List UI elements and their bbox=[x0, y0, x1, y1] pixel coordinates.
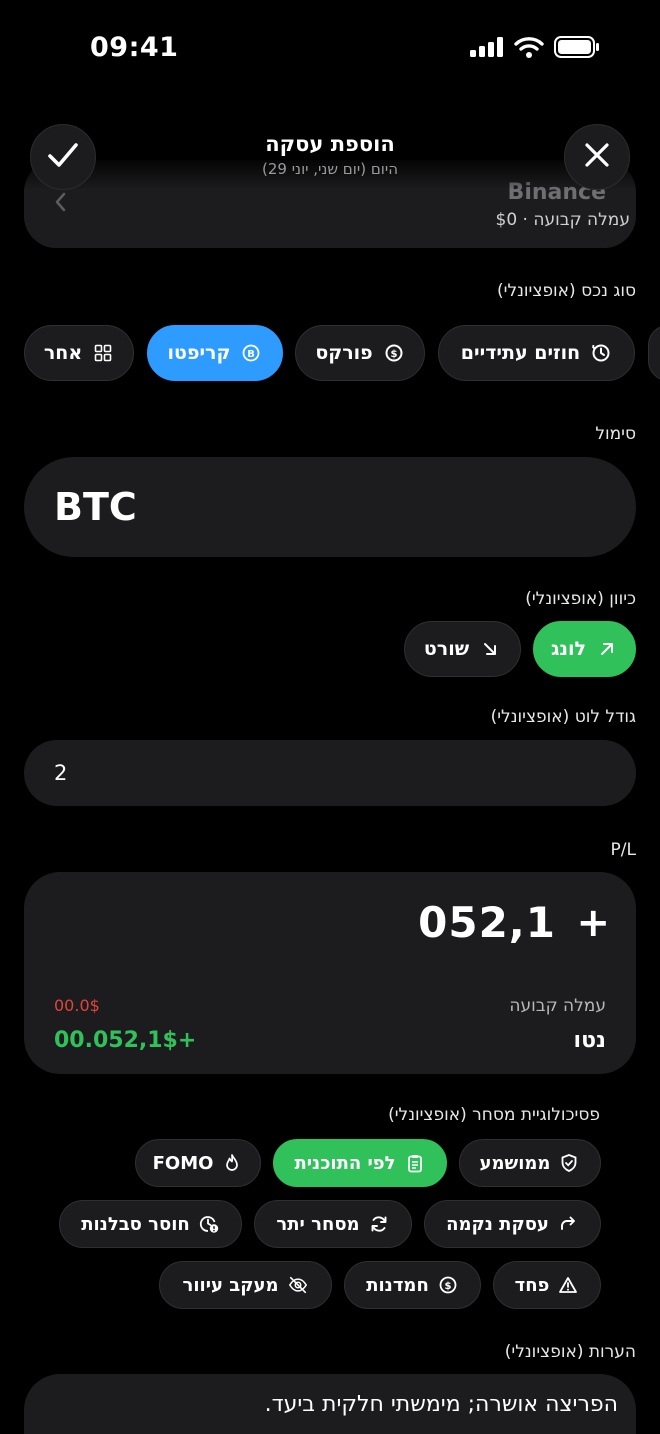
arrow-up-right-icon bbox=[596, 638, 618, 660]
close-button[interactable] bbox=[564, 124, 630, 190]
symbol-label: סימול bbox=[595, 424, 636, 444]
lot-size-value: 2 bbox=[54, 761, 68, 785]
bitcoin-icon: B bbox=[240, 342, 262, 364]
page-title: הוספת עסקה bbox=[265, 132, 395, 156]
battery-icon bbox=[554, 36, 600, 62]
clock-icon bbox=[590, 342, 612, 364]
psych-tag-fomo[interactable]: FOMO bbox=[135, 1139, 261, 1187]
pl-sign: + bbox=[576, 900, 610, 946]
status-time: 09:41 bbox=[90, 32, 179, 63]
direction-long-button[interactable]: לונג bbox=[533, 621, 636, 677]
asset-type-label-crypto: קריפטו bbox=[167, 342, 231, 364]
direction-short-button[interactable]: שורט bbox=[404, 621, 521, 677]
notes-label: הערות (אופציונלי) bbox=[504, 1342, 636, 1362]
symbol-input[interactable]: BTC bbox=[24, 457, 636, 557]
psych-tag-disciplined[interactable]: ממושמע bbox=[459, 1139, 601, 1187]
asset-type-label-forex: פורקס bbox=[315, 342, 373, 364]
symbol-value: BTC bbox=[54, 485, 137, 529]
direction-long-label: לונג bbox=[550, 638, 587, 660]
psych-tag-label: עסקת נקמה bbox=[446, 1213, 549, 1235]
status-icons bbox=[470, 36, 600, 62]
asset-type-crypto[interactable]: B קריפטו bbox=[147, 325, 283, 381]
warning-icon bbox=[557, 1274, 579, 1296]
psych-tag-blind-follow[interactable]: מעקב עיוור bbox=[159, 1261, 332, 1309]
asset-type-overflow-pill[interactable] bbox=[648, 325, 660, 381]
psych-tag-label: לפי התוכנית bbox=[294, 1152, 396, 1174]
direction-short-label: שורט bbox=[423, 638, 470, 660]
psych-tag-label: חוסר סבלנות bbox=[81, 1213, 190, 1235]
chevron-left-icon bbox=[54, 192, 66, 218]
psych-tag-label: פחד bbox=[514, 1274, 550, 1296]
page-subtitle: היום (יום שני, יוני 29) bbox=[261, 160, 399, 178]
psychology-label: פסיכולוגיית מסחר (אופציונלי) bbox=[388, 1105, 600, 1125]
psych-tag-label: מסחר יתר bbox=[276, 1213, 360, 1235]
psych-tag-revenge-trade[interactable]: עסקת נקמה bbox=[424, 1200, 601, 1248]
close-icon bbox=[584, 142, 610, 172]
asset-type-label-other: אחר bbox=[43, 342, 83, 364]
direction-label: כיוון (אופציונלי) bbox=[525, 589, 636, 609]
svg-text:$: $ bbox=[390, 349, 397, 360]
pl-net-label: נטו bbox=[573, 1028, 606, 1053]
shield-check-icon bbox=[558, 1152, 580, 1174]
asset-type-futures[interactable]: חוזים עתידיים bbox=[438, 325, 635, 381]
lot-size-label: גודל לוט (אופציונלי) bbox=[490, 707, 636, 727]
coin-icon: $ bbox=[437, 1274, 459, 1296]
asset-type-label: סוג נכס (אופציונלי) bbox=[497, 281, 636, 301]
clock-alert-icon bbox=[198, 1213, 220, 1235]
svg-text:$: $ bbox=[444, 1281, 451, 1292]
psych-tag-fear[interactable]: פחד bbox=[493, 1261, 601, 1309]
pl-amount: 052,1 bbox=[418, 898, 556, 947]
psych-tag-label: ממושמע bbox=[479, 1152, 551, 1174]
psych-tag-label: מעקב עיוור bbox=[182, 1274, 279, 1296]
pl-fee-label: עמלה קבועה bbox=[509, 996, 606, 1016]
eye-off-icon bbox=[287, 1274, 309, 1296]
pl-fee-value: 00.0$ bbox=[54, 996, 100, 1015]
cellular-signal-icon bbox=[470, 37, 504, 61]
wifi-icon bbox=[514, 36, 544, 62]
pl-net-value: 00.052,1$+ bbox=[54, 1028, 197, 1053]
pl-card[interactable]: + 052,1 עמלה קבועה 00.0$ נטו 00.052,1$+ bbox=[24, 872, 636, 1074]
notes-value: הפריצה אושרה; מימשתי חלקית ביעד. bbox=[264, 1392, 618, 1417]
refresh-icon bbox=[368, 1213, 390, 1235]
notes-textarea[interactable]: הפריצה אושרה; מימשתי חלקית ביעד. bbox=[24, 1374, 636, 1434]
redo-arrow-icon bbox=[557, 1213, 579, 1235]
asset-type-forex[interactable]: $ פורקס bbox=[295, 325, 425, 381]
exchange-fee: עמלה קבועה · $0 bbox=[495, 210, 630, 230]
pl-label: P/L bbox=[610, 840, 636, 860]
arrow-down-right-icon bbox=[479, 638, 501, 660]
psych-tag-label: FOMO bbox=[152, 1152, 214, 1174]
lot-size-input[interactable]: 2 bbox=[24, 740, 636, 806]
psych-tag-label: חמדנות bbox=[366, 1274, 429, 1296]
psych-tag-overtrading[interactable]: מסחר יתר bbox=[254, 1200, 412, 1248]
grid-icon bbox=[92, 342, 114, 364]
psych-tag-per-plan[interactable]: לפי התוכנית bbox=[273, 1139, 447, 1187]
svg-text:B: B bbox=[248, 349, 256, 360]
psych-tag-impatience[interactable]: חוסר סבלנות bbox=[59, 1200, 242, 1248]
asset-type-other[interactable]: אחר bbox=[24, 325, 134, 381]
asset-type-label-futures: חוזים עתידיים bbox=[460, 342, 581, 364]
clipboard-icon bbox=[404, 1152, 426, 1174]
flame-icon bbox=[221, 1152, 243, 1174]
dollar-exchange-icon: $ bbox=[383, 342, 405, 364]
psych-tag-greed[interactable]: $ חמדנות bbox=[344, 1261, 481, 1309]
